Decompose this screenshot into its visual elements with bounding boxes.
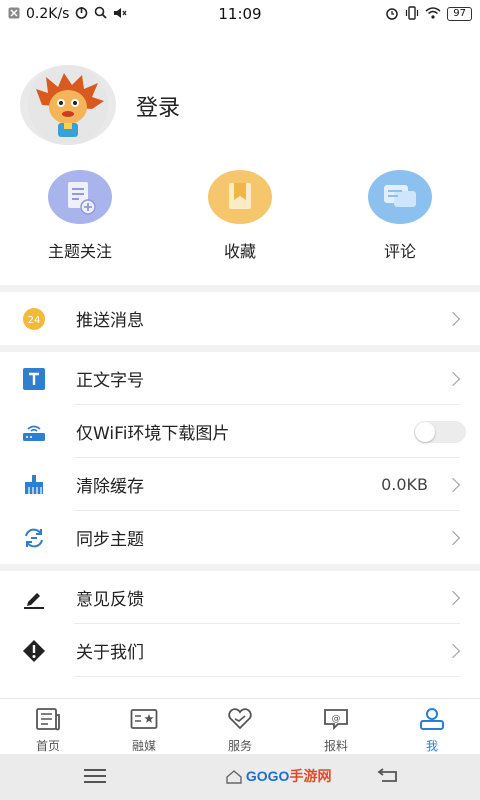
toggle-knob (415, 421, 435, 442)
home-icon (226, 770, 242, 784)
tab-media-label: 融媒 (131, 739, 156, 753)
tab-report-label: 报料 (323, 739, 348, 753)
bookmark-icon (208, 170, 272, 224)
tab-home-label: 首页 (35, 739, 60, 753)
text-size-icon (22, 367, 46, 391)
sync-topics-row[interactable]: 同步主题 (0, 511, 480, 564)
font-size-row[interactable]: 正文字号 (0, 352, 480, 405)
tab-me-label: 我 (425, 739, 438, 753)
heart-icon (226, 707, 254, 731)
report-icon: @ (322, 707, 350, 731)
chevron-right-icon (445, 530, 461, 545)
chevron-right-icon (445, 371, 461, 386)
wifi-only-toggle[interactable] (414, 420, 466, 443)
push-badge-icon: 24 (22, 307, 46, 331)
favorites-button[interactable]: 收藏 (170, 170, 310, 262)
menu-icon[interactable] (84, 769, 106, 783)
login-link[interactable]: 登录 (136, 90, 180, 122)
router-icon (22, 420, 46, 444)
section-divider (0, 564, 480, 571)
tab-report[interactable]: @ 报料 (288, 699, 384, 754)
chevron-right-icon (445, 477, 461, 492)
row-separator (74, 676, 460, 677)
svg-text:24: 24 (28, 315, 41, 326)
about-us-label: 关于我们 (76, 643, 144, 663)
warning-diamond-icon (22, 639, 46, 663)
profile-header[interactable]: 登录 (0, 60, 480, 155)
tab-home[interactable]: 首页 (0, 699, 96, 754)
font-size-label: 正文字号 (76, 371, 144, 391)
section-divider (0, 345, 480, 352)
clear-cache-row[interactable]: 清除缓存 0.0KB (0, 458, 480, 511)
comments-button[interactable]: 评论 (330, 170, 470, 262)
subscribe-topics-button[interactable]: 主题关注 (10, 170, 150, 262)
status-bar: 0.2K/s 11:09 97 (0, 0, 480, 28)
feedback-row[interactable]: 意见反馈 (0, 571, 480, 624)
watermark: GOGO手游网 (226, 766, 331, 786)
tab-me[interactable]: 我 (384, 699, 480, 754)
media-icon (130, 707, 158, 731)
chevron-right-icon (445, 643, 461, 658)
watermark-cn: 手游网 (289, 768, 332, 784)
chevron-right-icon (445, 590, 461, 605)
pencil-icon (22, 586, 46, 610)
svg-text:@: @ (332, 714, 341, 724)
tab-services-label: 服务 (227, 739, 252, 753)
feedback-label: 意见反馈 (76, 590, 144, 610)
tab-media[interactable]: 融媒 (96, 699, 192, 754)
wifi-only-row: 仅WiFi环境下载图片 (0, 405, 480, 458)
favorites-label: 收藏 (223, 242, 256, 261)
chevron-right-icon (445, 311, 461, 326)
clear-cache-label: 清除缓存 (76, 477, 144, 497)
tab-services[interactable]: 服务 (192, 699, 288, 754)
status-time: 11:09 (218, 5, 262, 23)
avatar[interactable] (20, 65, 116, 145)
bottom-tab-bar: 首页 融媒 服务 @ 报料 我 (0, 698, 480, 754)
broom-icon (22, 473, 46, 497)
quick-actions: 主题关注 收藏 评论 (0, 170, 480, 270)
comment-icon (368, 170, 432, 224)
push-messages-row[interactable]: 24 推送消息 (0, 292, 480, 345)
about-us-row[interactable]: 关于我们 (0, 624, 480, 677)
back-icon[interactable] (376, 768, 398, 782)
sync-icon (22, 526, 46, 550)
section-divider (0, 285, 480, 292)
news-icon (34, 707, 62, 731)
subscribe-doc-icon (48, 170, 112, 224)
subscribe-topics-label: 主题关注 (47, 242, 112, 261)
sync-topics-label: 同步主题 (76, 530, 144, 550)
wifi-only-label: 仅WiFi环境下载图片 (76, 424, 230, 444)
comments-label: 评论 (383, 242, 416, 261)
watermark-en: GOGO (245, 768, 290, 784)
cache-size-value: 0.0KB (381, 475, 428, 494)
system-nav-bar: GOGO手游网 (0, 754, 480, 800)
profile-icon (418, 707, 446, 731)
push-messages-label: 推送消息 (76, 311, 144, 331)
